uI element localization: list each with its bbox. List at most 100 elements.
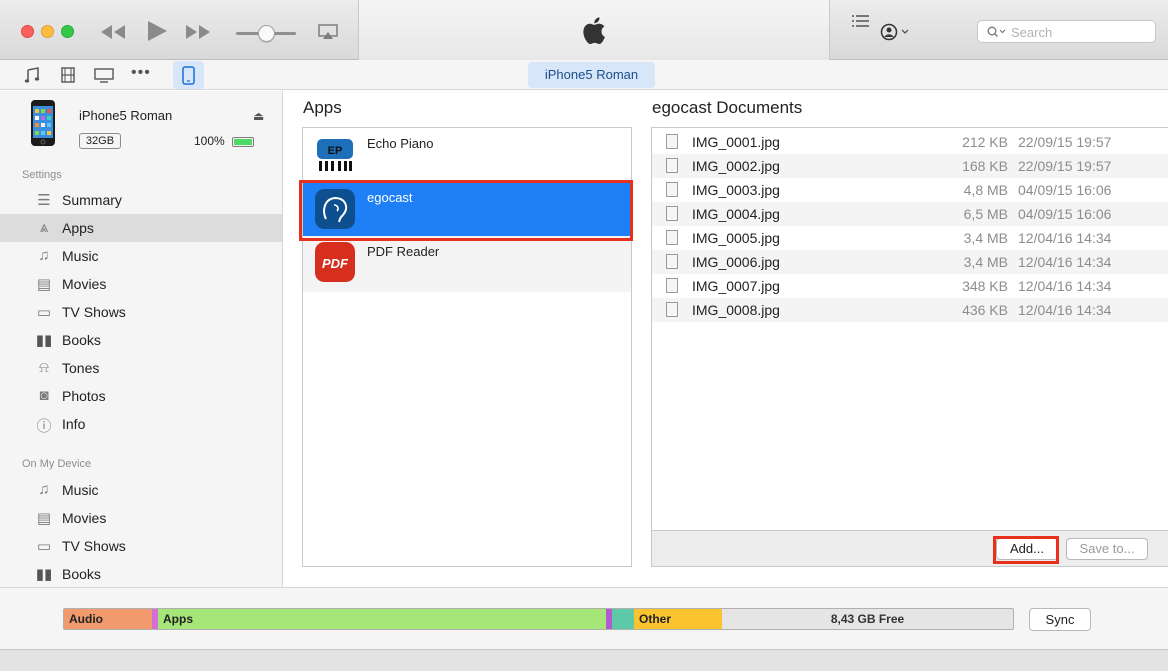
eject-icon[interactable]: ⏏ <box>253 109 264 123</box>
sidebar-item-photos[interactable]: ◙ Photos <box>0 382 282 410</box>
sidebar-item-tones[interactable]: ⍾ Tones <box>0 354 282 382</box>
on-my-device-header: On My Device <box>22 458 92 470</box>
documents-title: egocast Documents <box>652 98 803 117</box>
app-row-pdf-reader[interactable]: PDF PDF Reader <box>303 236 631 292</box>
apps-label: Apps <box>163 612 193 626</box>
music-icon: ♫ <box>38 481 50 498</box>
file-row[interactable]: IMG_0001.jpg 212 KB 22/09/15 19:57 <box>652 130 1168 154</box>
file-name: IMG_0003.jpg <box>692 182 780 198</box>
sidebar-item-label: Music <box>62 248 99 264</box>
sidebar-item-summary[interactable]: ☰ Summary <box>0 186 282 214</box>
storage-area: Audio Apps Other 8,43 GB Free Sync <box>0 587 1168 649</box>
documents-segment <box>612 609 634 629</box>
sidebar-item-label: Music <box>62 482 99 498</box>
sidebar-item-label: Tones <box>62 360 100 376</box>
file-name: IMG_0005.jpg <box>692 230 780 246</box>
sidebar-item-label: Photos <box>62 388 106 404</box>
music-icon[interactable] <box>24 67 40 83</box>
close-window-button[interactable] <box>21 25 34 38</box>
file-size: 3,4 MB <box>963 230 1008 246</box>
sidebar-item-label: Summary <box>62 192 122 208</box>
file-name: IMG_0006.jpg <box>692 254 780 270</box>
device-item-movies[interactable]: ▤ Movies <box>0 504 282 532</box>
rewind-icon[interactable] <box>99 24 127 40</box>
app-row-echo-piano[interactable]: EP Echo Piano <box>303 128 631 182</box>
battery-percentage: 100% <box>194 134 225 148</box>
apps-segment: Apps <box>158 609 606 629</box>
file-row[interactable]: IMG_0005.jpg 3,4 MB 12/04/16 14:34 <box>652 226 1168 250</box>
fast-forward-icon[interactable] <box>184 24 212 40</box>
documents-list: IMG_0001.jpg 212 KB 22/09/15 19:57 IMG_0… <box>651 127 1168 567</box>
image-file-icon <box>666 206 678 221</box>
file-row[interactable]: IMG_0004.jpg 6,5 MB 04/09/15 16:06 <box>652 202 1168 226</box>
file-row[interactable]: IMG_0002.jpg 168 KB 22/09/15 19:57 <box>652 154 1168 178</box>
tv-icon: ▭ <box>36 304 52 321</box>
image-file-icon <box>666 230 678 245</box>
file-date: 04/09/15 16:06 <box>1018 182 1112 198</box>
file-row[interactable]: IMG_0003.jpg 4,8 MB 04/09/15 16:06 <box>652 178 1168 202</box>
device-capacity: 32GB <box>79 133 121 149</box>
tv-icon[interactable] <box>94 68 114 83</box>
search-icon <box>987 26 1006 37</box>
audio-segment: Audio <box>64 609 152 629</box>
file-name: IMG_0002.jpg <box>692 158 780 174</box>
minimize-window-button[interactable] <box>41 25 54 38</box>
file-size: 4,8 MB <box>963 182 1008 198</box>
sidebar-item-info[interactable]: ⓘ Info <box>0 410 282 438</box>
movies-icon: ▤ <box>36 276 52 293</box>
file-date: 12/04/16 14:34 <box>1018 230 1112 246</box>
up-next-list-icon[interactable] <box>852 14 870 28</box>
sidebar-item-label: TV Shows <box>62 304 126 320</box>
sidebar-item-apps[interactable]: ⩓ Apps <box>0 214 282 242</box>
device-name-pill[interactable]: iPhone5 Roman <box>528 62 655 88</box>
sidebar-item-movies[interactable]: ▤ Movies <box>0 270 282 298</box>
highlight-egocast <box>299 180 633 241</box>
device-item-music[interactable]: ♫ Music <box>0 476 282 504</box>
sidebar-item-label: Apps <box>62 220 94 236</box>
summary-icon: ☰ <box>37 192 51 209</box>
camera-icon: ◙ <box>39 387 49 404</box>
file-row[interactable]: IMG_0006.jpg 3,4 MB 12/04/16 14:34 <box>652 250 1168 274</box>
title-toolbar: Search <box>0 0 1168 60</box>
device-item-books[interactable]: ▮▮ Books <box>0 560 282 587</box>
image-file-icon <box>666 158 678 173</box>
search-field[interactable]: Search <box>977 20 1156 43</box>
media-toolbar: ••• iPhone5 Roman <box>0 60 1168 90</box>
file-row[interactable]: IMG_0008.jpg 436 KB 12/04/16 14:34 <box>652 298 1168 322</box>
file-date: 04/09/15 16:06 <box>1018 206 1112 222</box>
highlight-add-button <box>993 536 1059 564</box>
sidebar-item-label: TV Shows <box>62 538 126 554</box>
sidebar-item-tv-shows[interactable]: ▭ TV Shows <box>0 298 282 326</box>
save-to-button[interactable]: Save to... <box>1066 538 1148 560</box>
more-icon[interactable]: ••• <box>131 64 151 82</box>
account-icon[interactable] <box>880 23 914 41</box>
file-name: IMG_0007.jpg <box>692 278 780 294</box>
play-icon[interactable] <box>145 20 169 42</box>
other-segment: Other <box>634 609 722 629</box>
file-date: 12/04/16 14:34 <box>1018 278 1112 294</box>
volume-slider-knob[interactable] <box>258 25 275 42</box>
sync-button[interactable]: Sync <box>1029 608 1091 631</box>
sidebar-item-books[interactable]: ▮▮ Books <box>0 326 282 354</box>
sidebar-item-label: Books <box>62 332 101 348</box>
audio-label: Audio <box>69 612 103 626</box>
iphone-device-icon <box>31 100 55 146</box>
documents-footer: Add... Save to... <box>652 530 1168 566</box>
image-file-icon <box>666 278 678 293</box>
image-file-icon <box>666 254 678 269</box>
info-icon: ⓘ <box>36 418 52 435</box>
airplay-icon[interactable] <box>318 24 338 40</box>
file-name: IMG_0001.jpg <box>692 134 780 150</box>
apps-icon: ⩓ <box>39 219 49 236</box>
file-size: 212 KB <box>962 134 1008 150</box>
movies-icon[interactable] <box>60 67 76 83</box>
device-button[interactable] <box>173 61 204 89</box>
device-item-tv-shows[interactable]: ▭ TV Shows <box>0 532 282 560</box>
free-segment: 8,43 GB Free <box>722 609 1013 629</box>
svg-text:EP: EP <box>328 145 343 157</box>
tv-icon: ▭ <box>36 538 52 555</box>
zoom-window-button[interactable] <box>61 25 74 38</box>
file-row[interactable]: IMG_0007.jpg 348 KB 12/04/16 14:34 <box>652 274 1168 298</box>
movies-icon: ▤ <box>36 510 52 527</box>
sidebar-item-music[interactable]: ♫ Music <box>0 242 282 270</box>
